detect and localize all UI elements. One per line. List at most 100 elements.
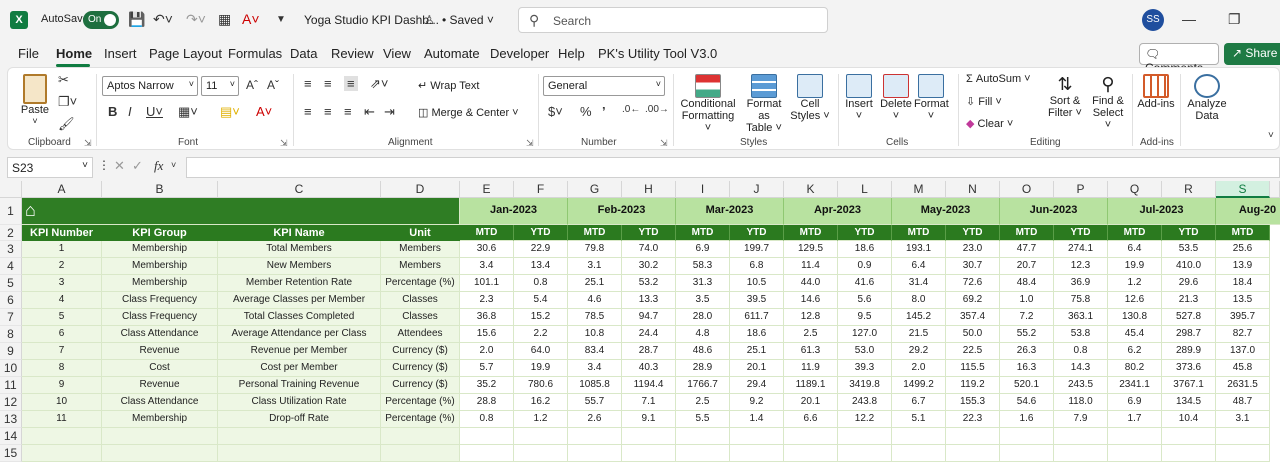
kpi-number-cell[interactable]: 10 (22, 394, 102, 411)
value-cell[interactable]: 21.5 (892, 326, 946, 343)
autosum-button[interactable]: Σ AutoSum ˅ (966, 73, 1031, 85)
kpi-name-cell[interactable]: Average Classes per Member (218, 292, 381, 309)
kpi-number-cell[interactable]: 3 (22, 275, 102, 292)
format-as-table-button[interactable]: Format as Table ˅ (740, 74, 788, 134)
value-cell[interactable]: 6.9 (1108, 394, 1162, 411)
kpi-number-cell[interactable]: 8 (22, 360, 102, 377)
value-cell[interactable]: 4.6 (568, 292, 622, 309)
kpi-unit-cell[interactable]: Percentage (%) (381, 275, 460, 292)
value-cell[interactable]: 1194.4 (622, 377, 676, 394)
home-icon[interactable]: ⌂ (25, 200, 36, 220)
column-header[interactable]: B (102, 181, 218, 198)
value-cell[interactable]: 22.9 (514, 241, 568, 258)
value-cell[interactable]: 2631.5 (1216, 377, 1270, 394)
insert-cells-button[interactable]: Insert ˅ (844, 74, 874, 122)
value-cell[interactable]: 4.8 (676, 326, 730, 343)
value-cell[interactable]: 2.0 (460, 343, 514, 360)
value-cell[interactable]: 115.5 (946, 360, 1000, 377)
value-cell[interactable]: 199.7 (730, 241, 784, 258)
empty-cell[interactable] (514, 428, 568, 445)
decrease-decimal-icon[interactable]: .00→ (645, 104, 669, 115)
font-color-icon[interactable]: A˅ (242, 11, 260, 27)
value-cell[interactable]: 3.1 (568, 258, 622, 275)
column-header[interactable]: H (622, 181, 676, 198)
value-cell[interactable]: 53.0 (838, 343, 892, 360)
value-cell[interactable]: 6.9 (676, 241, 730, 258)
value-cell[interactable]: 22.5 (946, 343, 1000, 360)
value-cell[interactable]: 23.0 (946, 241, 1000, 258)
value-cell[interactable]: 20.1 (784, 394, 838, 411)
value-cell[interactable]: 36.9 (1054, 275, 1108, 292)
align-right-icon[interactable]: ≡ (344, 104, 352, 119)
empty-cell[interactable] (102, 428, 218, 445)
value-cell[interactable]: 9.1 (622, 411, 676, 428)
value-cell[interactable]: 28.0 (676, 309, 730, 326)
value-cell[interactable]: 12.6 (1108, 292, 1162, 309)
decrease-indent-icon[interactable]: ⇤ (364, 104, 375, 120)
value-cell[interactable]: 29.6 (1162, 275, 1216, 292)
name-box[interactable]: S23 ˅ (7, 157, 93, 178)
empty-cell[interactable] (1108, 428, 1162, 445)
format-painter-icon[interactable]: 🖌 (58, 116, 75, 132)
value-cell[interactable]: 75.8 (1054, 292, 1108, 309)
collapse-ribbon-icon[interactable]: ˅ (1268, 130, 1274, 141)
comma-icon[interactable]: ’ (602, 104, 606, 119)
row-header[interactable]: 9 (0, 343, 22, 360)
saved-status[interactable]: • Saved ˅ (442, 13, 494, 27)
save-icon[interactable]: 💾 (128, 11, 145, 28)
empty-cell[interactable] (568, 428, 622, 445)
value-cell[interactable]: 22.3 (946, 411, 1000, 428)
analyze-data-button[interactable]: Analyze Data (1186, 74, 1228, 122)
clear-button[interactable]: ◆ Clear ˅ (966, 117, 1013, 130)
redo-icon[interactable]: ↷˅ (186, 11, 206, 28)
value-cell[interactable]: 363.1 (1054, 309, 1108, 326)
customize-toolbar-icon[interactable]: ▼ (276, 14, 286, 25)
clipboard-launcher-icon[interactable]: ⇲ (84, 138, 92, 149)
tab-formulas[interactable]: Formulas (228, 46, 282, 61)
value-cell[interactable]: 6.6 (784, 411, 838, 428)
value-cell[interactable]: 129.5 (784, 241, 838, 258)
empty-cell[interactable] (946, 445, 1000, 462)
value-cell[interactable]: 31.4 (892, 275, 946, 292)
kpi-name-cell[interactable]: Member Retention Rate (218, 275, 381, 292)
empty-cell[interactable] (22, 428, 102, 445)
font-size-combo[interactable]: 11 ˅ (201, 76, 239, 96)
value-cell[interactable]: 79.8 (568, 241, 622, 258)
increase-font-icon[interactable]: Aˆ (246, 78, 258, 92)
value-cell[interactable]: 2.6 (568, 411, 622, 428)
value-cell[interactable]: 11.9 (784, 360, 838, 377)
value-cell[interactable]: 127.0 (838, 326, 892, 343)
value-cell[interactable]: 373.6 (1162, 360, 1216, 377)
tab-page-layout[interactable]: Page Layout (149, 46, 222, 61)
column-header[interactable]: G (568, 181, 622, 198)
row-header[interactable]: 13 (0, 411, 22, 428)
add-ins-button[interactable]: Add-ins (1136, 74, 1176, 110)
kpi-unit-cell[interactable]: Members (381, 258, 460, 275)
kpi-group-cell[interactable]: Class Attendance (102, 394, 218, 411)
value-cell[interactable]: 527.8 (1162, 309, 1216, 326)
empty-cell[interactable] (892, 428, 946, 445)
cut-icon[interactable]: ✂ (58, 72, 69, 88)
value-cell[interactable]: 3419.8 (838, 377, 892, 394)
value-cell[interactable]: 24.4 (622, 326, 676, 343)
comments-button[interactable]: 🗨 Comments (1139, 43, 1219, 75)
empty-cell[interactable] (218, 445, 381, 462)
value-cell[interactable]: 48.7 (1216, 394, 1270, 411)
empty-cell[interactable] (946, 428, 1000, 445)
kpi-name-cell[interactable]: Total Classes Completed (218, 309, 381, 326)
value-cell[interactable]: 1.6 (1000, 411, 1054, 428)
value-cell[interactable]: 1499.2 (892, 377, 946, 394)
value-cell[interactable]: 55.7 (568, 394, 622, 411)
value-cell[interactable]: 3.1 (1216, 411, 1270, 428)
value-cell[interactable]: 78.5 (568, 309, 622, 326)
sort-filter-button[interactable]: ⇅ Sort & Filter ˅ (1046, 74, 1084, 119)
value-cell[interactable]: 2341.1 (1108, 377, 1162, 394)
value-cell[interactable]: 35.2 (460, 377, 514, 394)
value-cell[interactable]: 780.6 (514, 377, 568, 394)
value-cell[interactable]: 274.1 (1054, 241, 1108, 258)
orientation-icon[interactable]: ⇗˅ (370, 76, 388, 92)
tab-view[interactable]: View (383, 46, 411, 61)
value-cell[interactable]: 2.5 (676, 394, 730, 411)
empty-cell[interactable] (568, 445, 622, 462)
borders-icon[interactable]: ▦ (218, 11, 231, 28)
